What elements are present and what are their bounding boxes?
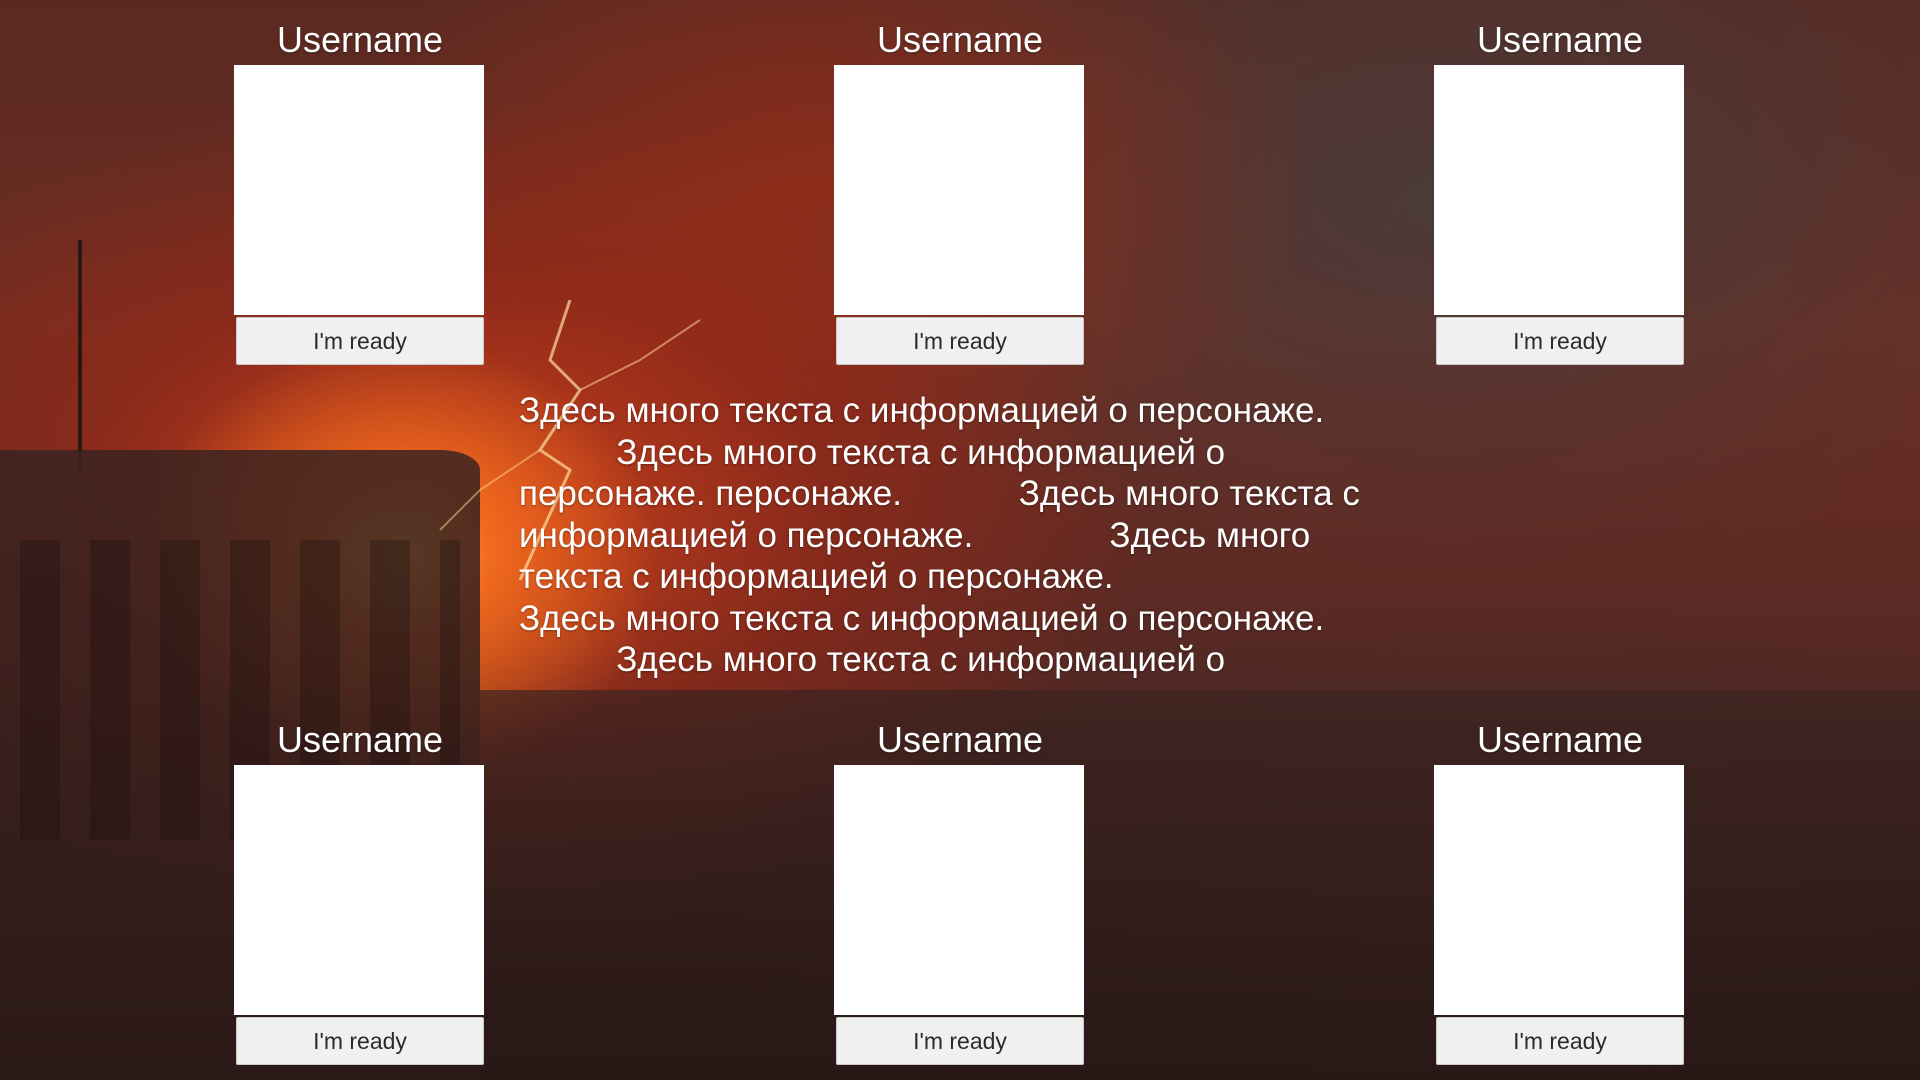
player-slot-4: Username I'm ready: [234, 720, 486, 1065]
player-avatar: [1434, 765, 1684, 1015]
player-username: Username: [1476, 719, 1644, 760]
ready-button[interactable]: I'm ready: [236, 317, 484, 365]
player-avatar: [834, 765, 1084, 1015]
player-username: Username: [276, 719, 444, 760]
player-slot-2: Username I'm ready: [834, 20, 1086, 365]
player-avatar: [834, 65, 1084, 315]
player-avatar: [1434, 65, 1684, 315]
player-username: Username: [876, 19, 1044, 60]
ready-button[interactable]: I'm ready: [836, 317, 1084, 365]
ready-button[interactable]: I'm ready: [236, 1017, 484, 1065]
player-slot-6: Username I'm ready: [1434, 720, 1686, 1065]
background-horizon: [480, 690, 1920, 1080]
player-username: Username: [276, 19, 444, 60]
lobby-screen: Username I'm ready Username I'm ready Us…: [0, 0, 1920, 1080]
character-info-text: Здесь много текста с информацией о персо…: [519, 391, 1360, 679]
player-username: Username: [1476, 19, 1644, 60]
player-slot-5: Username I'm ready: [834, 720, 1086, 1065]
ready-button[interactable]: I'm ready: [1436, 1017, 1684, 1065]
player-slot-3: Username I'm ready: [1434, 20, 1686, 365]
player-avatar: [234, 765, 484, 1015]
player-slot-1: Username I'm ready: [234, 20, 486, 365]
ready-button[interactable]: I'm ready: [1436, 317, 1684, 365]
ready-button[interactable]: I'm ready: [836, 1017, 1084, 1065]
background-antenna: [78, 240, 82, 470]
player-username: Username: [876, 719, 1044, 760]
player-avatar: [234, 65, 484, 315]
